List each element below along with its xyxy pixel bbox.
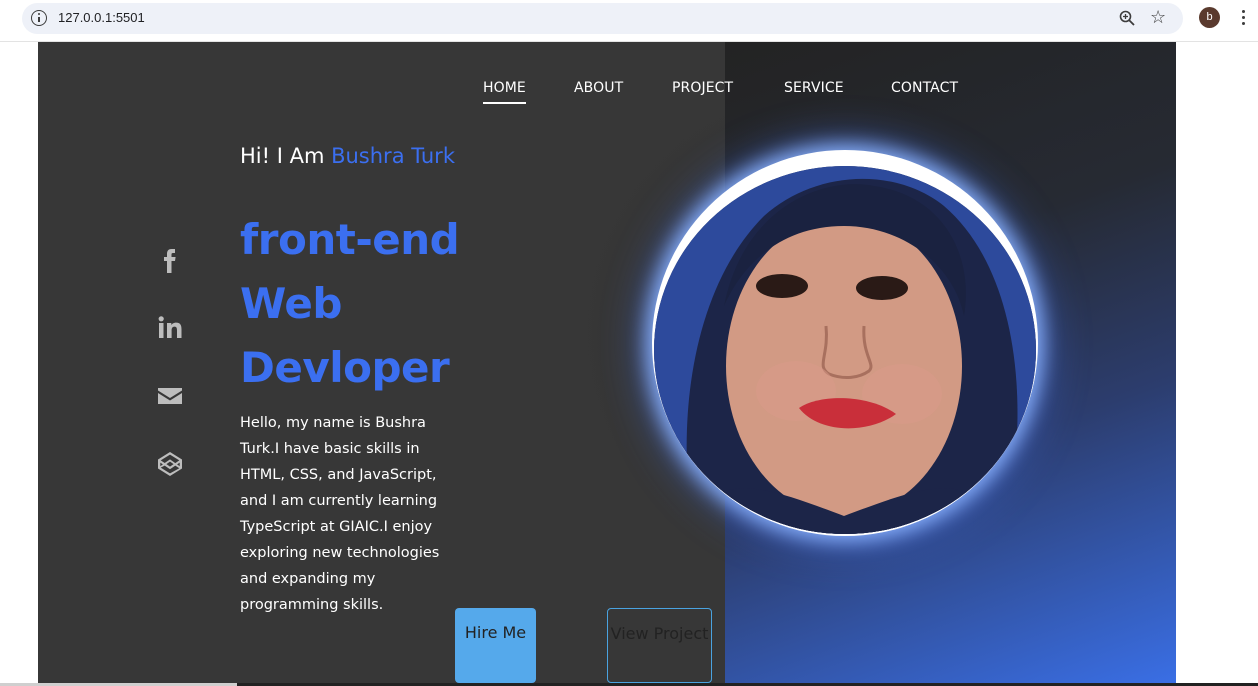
profile-photo: [652, 150, 1038, 536]
hero-bio: Hello, my name is Bushra Turk.I have bas…: [240, 415, 440, 613]
hire-me-button[interactable]: Hire Me: [455, 608, 536, 683]
facebook-icon[interactable]: [156, 247, 184, 275]
email-icon[interactable]: [156, 382, 184, 410]
profile-avatar[interactable]: b: [1199, 7, 1220, 28]
browser-toolbar: 127.0.0.1:5501 ☆ b: [0, 0, 1258, 42]
window-edge: [0, 10, 4, 24]
nav-service[interactable]: SERVICE: [784, 80, 844, 96]
hero-name: Bushra Turk: [331, 144, 455, 168]
greeting-prefix: Hi! I Am: [240, 144, 332, 168]
zoom-icon[interactable]: [1119, 10, 1135, 26]
codepen-icon[interactable]: [156, 450, 184, 478]
hero-headline: front-end Web Devloper: [240, 215, 460, 392]
linkedin-icon[interactable]: [156, 314, 184, 342]
nav-contact[interactable]: CONTACT: [891, 80, 958, 96]
portrait-illustration: [654, 166, 1036, 534]
nav-project[interactable]: PROJECT: [672, 80, 733, 96]
view-project-button[interactable]: View Project: [607, 608, 712, 683]
profile-photo-image: [654, 166, 1036, 534]
nav-about[interactable]: ABOUT: [574, 80, 623, 96]
star-icon[interactable]: ☆: [1150, 8, 1166, 28]
portfolio-page: HOME ABOUT PROJECT SERVICE CONTACT Hi! I…: [38, 42, 1176, 686]
address-bar[interactable]: 127.0.0.1:5501 ☆: [22, 3, 1183, 34]
kebab-menu-icon[interactable]: [1242, 10, 1246, 26]
main-nav: HOME ABOUT PROJECT SERVICE CONTACT: [38, 80, 1176, 110]
greeting: Hi! I Am Bushra Turk: [240, 140, 460, 173]
url-text[interactable]: 127.0.0.1:5501: [58, 10, 145, 25]
nav-home[interactable]: HOME: [483, 80, 526, 104]
info-icon[interactable]: [31, 10, 47, 26]
